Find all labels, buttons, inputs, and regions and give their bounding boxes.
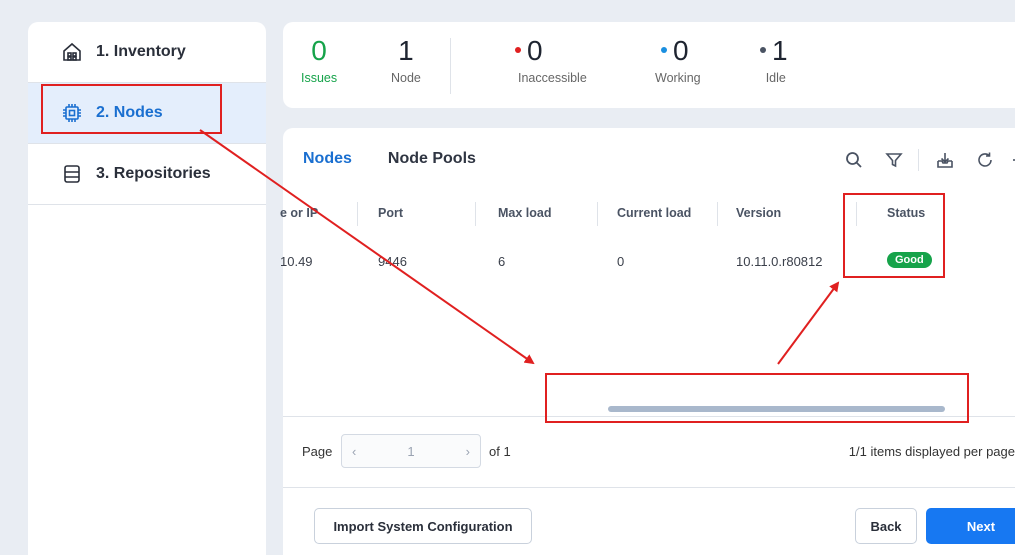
- cell-host: 10.49: [280, 254, 313, 269]
- stat-value: 0: [673, 35, 689, 66]
- stats-bar: 0 Issues 1 Node 0 Inaccessible 0 Working…: [283, 22, 1015, 108]
- inventory-icon: [62, 42, 82, 62]
- stat-idle: 1 Idle: [760, 34, 788, 85]
- page-total: of 1: [489, 444, 511, 459]
- search-icon[interactable]: [840, 146, 868, 174]
- stat-inaccessible: 0 Inaccessible: [515, 34, 587, 85]
- chip-icon: [62, 103, 82, 123]
- stat-label: Working: [655, 71, 701, 85]
- items-per-page-info: 1/1 items displayed per page: [848, 444, 1015, 459]
- chevron-left-icon[interactable]: ‹: [352, 444, 356, 459]
- sidebar-item-nodes[interactable]: 2. Nodes: [28, 83, 266, 144]
- table-header: e or IP Port Max load Current load Versi…: [280, 196, 1015, 232]
- column-resizer[interactable]: [597, 202, 598, 226]
- sidebar-item-repositories[interactable]: 3. Repositories: [28, 144, 266, 205]
- cell-current-load: 0: [617, 254, 625, 269]
- chevron-right-icon[interactable]: ›: [466, 444, 470, 459]
- sidebar-item-label: 3. Repositories: [96, 165, 211, 182]
- tab-node-pools[interactable]: Node Pools: [388, 150, 476, 168]
- stat-value: 1: [398, 35, 414, 66]
- cell-max-load: 6: [498, 254, 506, 269]
- repository-icon: [62, 164, 82, 184]
- divider: [450, 38, 451, 94]
- tab-nodes[interactable]: Nodes: [303, 150, 352, 168]
- stat-value: 1: [772, 35, 788, 66]
- stat-label: Idle: [765, 71, 786, 85]
- wizard-sidebar: 1. Inventory 2. Nodes 3. Repositories: [28, 22, 266, 555]
- toolbar: [828, 146, 1015, 174]
- stat-label: Issues: [301, 71, 338, 85]
- stat-node: 1 Node: [391, 34, 421, 85]
- page-label: Page: [302, 444, 333, 459]
- next-button[interactable]: Next: [926, 508, 1015, 544]
- nodes-panel: Nodes Node Pools e or IP Port Max load C…: [280, 128, 1015, 555]
- pagination: Page ‹ 1 › of 1 1/1 items displayed per …: [283, 416, 1015, 488]
- export-icon[interactable]: [931, 146, 959, 174]
- divider: [918, 149, 919, 171]
- more-icon[interactable]: [1009, 146, 1015, 174]
- column-header-host[interactable]: e or IP: [280, 206, 318, 220]
- column-resizer[interactable]: [475, 202, 476, 226]
- stat-value: 0: [311, 35, 327, 66]
- filter-icon[interactable]: [880, 146, 908, 174]
- column-resizer[interactable]: [717, 202, 718, 226]
- stat-working: 0 Working: [649, 34, 701, 85]
- status-badge: Good: [887, 252, 932, 268]
- column-header-max-load[interactable]: Max load: [498, 206, 552, 220]
- status-dot-icon: [661, 46, 668, 53]
- column-resizer[interactable]: [856, 202, 857, 226]
- column-resizer[interactable]: [357, 202, 358, 226]
- status-dot-icon: [515, 46, 521, 53]
- sidebar-item-label: 2. Nodes: [96, 104, 163, 121]
- table-row[interactable]: 10.49 9446 6 0 10.11.0.r80812 Good: [280, 246, 1015, 276]
- back-button[interactable]: Back: [855, 508, 917, 544]
- stat-label: Inaccessible: [518, 71, 587, 85]
- refresh-icon[interactable]: [971, 146, 999, 174]
- sidebar-item-label: 1. Inventory: [96, 43, 186, 60]
- column-header-port[interactable]: Port: [378, 206, 403, 220]
- status-dot-icon: [760, 46, 766, 53]
- cell-version: 10.11.0.r80812: [736, 254, 823, 269]
- column-header-status[interactable]: Status: [887, 206, 925, 220]
- page-number[interactable]: 1: [407, 444, 414, 459]
- column-header-version[interactable]: Version: [736, 206, 781, 220]
- column-header-current-load[interactable]: Current load: [617, 206, 691, 220]
- horizontal-scrollbar[interactable]: [608, 406, 945, 412]
- stat-value: 0: [527, 35, 543, 66]
- tab-bar: Nodes Node Pools: [303, 150, 476, 168]
- stat-issues[interactable]: 0 Issues: [301, 34, 337, 85]
- page-selector[interactable]: ‹ 1 ›: [341, 434, 481, 468]
- import-system-configuration-button[interactable]: Import System Configuration: [314, 508, 532, 544]
- cell-port: 9446: [378, 254, 407, 269]
- stat-label: Node: [391, 71, 421, 85]
- sidebar-item-inventory[interactable]: 1. Inventory: [28, 22, 266, 83]
